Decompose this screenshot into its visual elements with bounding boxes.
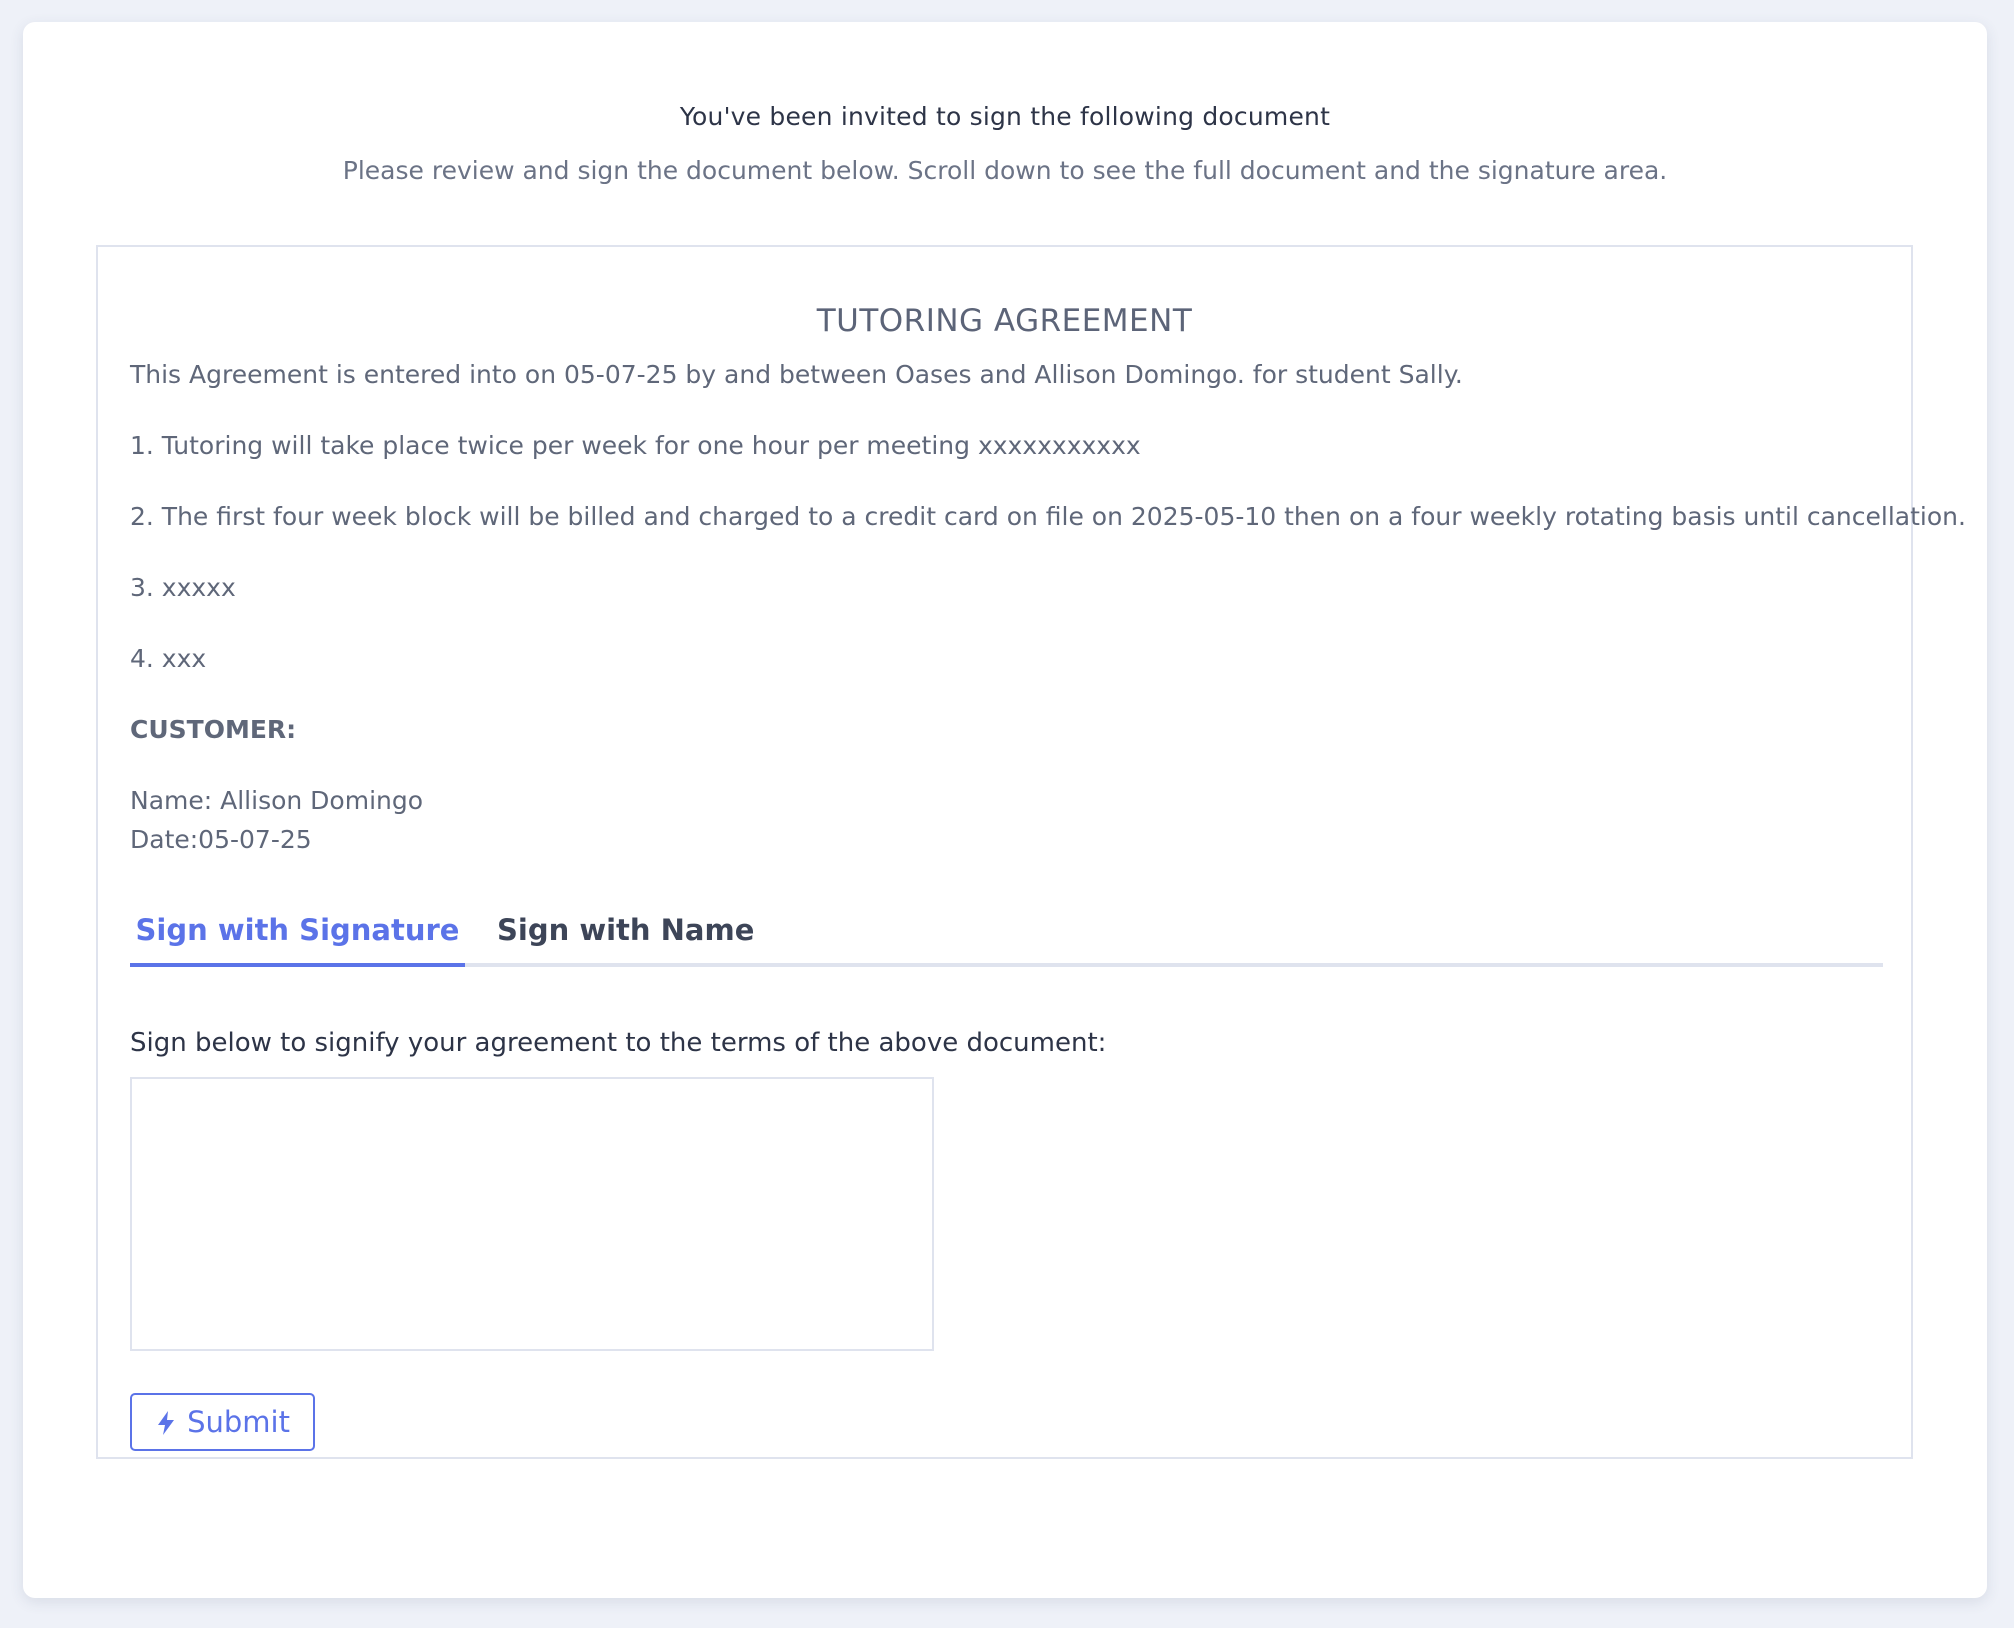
signature-pad[interactable] [130, 1077, 934, 1351]
document-heading: TUTORING AGREEMENT [816, 303, 1193, 339]
tab-sign-with-signature[interactable]: Sign with Signature [130, 903, 465, 967]
document-item: 4. xxx [130, 644, 207, 673]
document-item: 1. Tutoring will take place twice per we… [130, 431, 1141, 460]
submit-button[interactable]: Submit [130, 1393, 315, 1451]
customer-date: Date:05-07-25 [130, 825, 312, 854]
document-item: 3. xxxxx [130, 573, 236, 602]
sign-instructions: Sign below to signify your agreement to … [130, 1028, 1107, 1058]
signing-tabs: Sign with Signature Sign with Name [130, 903, 1883, 967]
customer-label: CUSTOMER: [130, 715, 297, 744]
invite-title: You've been invited to sign the followin… [679, 102, 1331, 131]
document-item: 2. The first four week block will be bil… [130, 502, 1966, 531]
bolt-icon [155, 1409, 177, 1435]
invite-subtitle: Please review and sign the document belo… [342, 156, 1668, 185]
signing-card: You've been invited to sign the followin… [23, 22, 1987, 1598]
document-intro: This Agreement is entered into on 05-07-… [130, 360, 1463, 389]
submit-label: Submit [187, 1405, 290, 1439]
tab-sign-with-name[interactable]: Sign with Name [497, 903, 754, 963]
customer-name: Name: Allison Domingo [130, 786, 424, 815]
document-panel: TUTORING AGREEMENT This Agreement is ent… [96, 245, 1966, 1459]
